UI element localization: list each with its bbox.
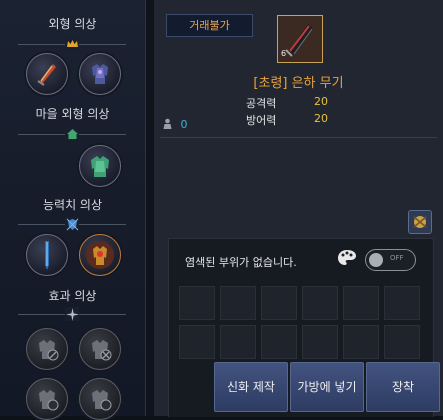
dye-slot[interactable]	[179, 286, 215, 320]
stat-armor-slot[interactable]	[79, 234, 121, 276]
owned-count: 0	[163, 118, 188, 131]
golden-armor-icon	[86, 241, 114, 269]
blue-blade-icon	[45, 241, 49, 270]
house-icon	[65, 127, 79, 141]
item-icon[interactable]: 6	[277, 15, 323, 63]
stat-weapon-slot[interactable]	[26, 234, 68, 276]
attack-value: 20	[314, 95, 328, 108]
palette-icon	[338, 250, 356, 265]
toggle-knob	[369, 253, 383, 267]
shield-divider	[18, 217, 126, 231]
equip-button[interactable]: 장착	[366, 362, 440, 412]
item-name: [초령] 은하 무기	[253, 76, 344, 91]
effect-slot-3[interactable]	[26, 378, 68, 420]
dye-slot[interactable]	[302, 325, 338, 359]
effect-slot-4[interactable]	[79, 378, 121, 420]
section-title-effect: 효과 의상	[48, 289, 97, 303]
put-in-bag-button[interactable]: 가방에 넣기	[290, 362, 364, 412]
armor-icon	[92, 64, 108, 84]
untradeable-tag: 거래불가	[166, 14, 253, 37]
effect-slot-2[interactable]	[79, 328, 121, 370]
appearance-armor-slot[interactable]	[79, 53, 121, 95]
house-divider	[18, 127, 126, 141]
effect-slot-1[interactable]	[26, 328, 68, 370]
sparkle-icon	[65, 307, 79, 321]
costume-panel: 외형 의상 마을 외형 의상 능력치 의상 효과 의상	[0, 0, 146, 420]
village-armor-slot[interactable]	[79, 145, 121, 187]
emblem-button[interactable]	[408, 210, 432, 234]
armor-arrow-icon	[92, 390, 112, 411]
dye-slot[interactable]	[384, 286, 420, 320]
section-title-stat: 능력치 의상	[42, 198, 102, 212]
sword-icon	[37, 64, 56, 86]
dye-status-text: 염색된 부위가 없습니다.	[185, 256, 297, 269]
person-icon	[163, 118, 172, 129]
attack-label: 공격력	[246, 97, 277, 110]
crown-divider	[18, 37, 126, 51]
dye-slot[interactable]	[302, 286, 338, 320]
dye-toggle[interactable]: OFF	[365, 249, 416, 271]
dye-slot[interactable]	[179, 325, 215, 359]
defense-value: 20	[314, 112, 328, 125]
section-title-village: 마을 외형 의상	[35, 107, 110, 121]
item-detail-panel: 거래불가 6 [초령] 은하 무기 공격력 20 방어력 20 0 염색된 부위…	[154, 0, 443, 417]
armor-lock-icon	[39, 340, 59, 361]
dye-slot[interactable]	[261, 325, 297, 359]
armor-arrow-icon	[39, 390, 59, 411]
section-title-appearance: 외형 의상	[48, 17, 97, 31]
green-armor-icon	[91, 156, 109, 177]
owned-count-value: 0	[180, 118, 188, 131]
star-divider	[18, 307, 126, 321]
myth-craft-button[interactable]: 신화 제작	[214, 362, 288, 412]
panel-gap	[146, 0, 154, 416]
dye-slot[interactable]	[261, 286, 297, 320]
dye-slot[interactable]	[220, 325, 256, 359]
item-icon-badge: 6	[281, 49, 287, 58]
divider	[160, 137, 437, 138]
dye-slot[interactable]	[220, 286, 256, 320]
defense-label: 방어력	[246, 114, 277, 127]
dye-slot[interactable]	[343, 325, 379, 359]
appearance-weapon-slot[interactable]	[26, 53, 68, 95]
shield-sword-icon	[65, 217, 79, 231]
dye-slot[interactable]	[343, 286, 379, 320]
emblem-icon	[413, 216, 427, 228]
toggle-label: OFF	[390, 254, 404, 262]
dye-slot[interactable]	[384, 325, 420, 359]
armor-cross-icon	[92, 340, 112, 361]
crown-icon	[65, 37, 79, 51]
